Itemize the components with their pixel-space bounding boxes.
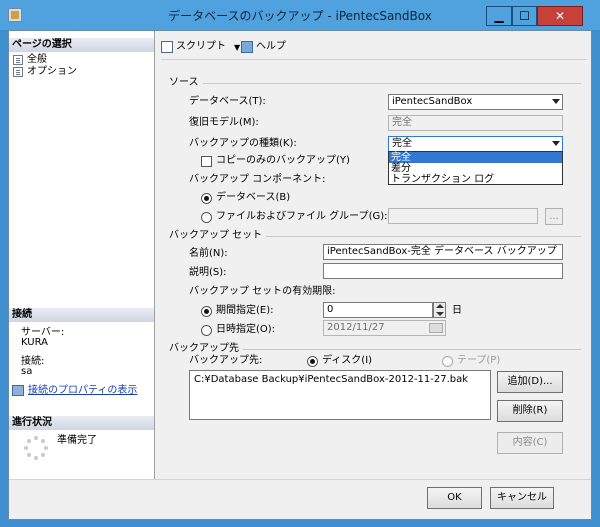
script-button[interactable]: スクリプト ▼	[161, 41, 240, 53]
expiration-label: バックアップ セットの有効期限:	[189, 286, 336, 297]
page-item-label: オプション	[27, 66, 77, 77]
backup-name-input[interactable]: iPentecSandBox-完全 データベース バックアップ	[323, 244, 563, 260]
title-bar[interactable]: データベースのバックアップ - iPentecSandBox ▁ ☐ ✕	[0, 0, 600, 30]
chevron-down-icon	[552, 141, 560, 146]
database-combo[interactable]: iPentecSandBox	[388, 94, 563, 110]
database-label: データベース(T):	[189, 96, 266, 107]
backup-type-combo[interactable]: 完全	[388, 136, 563, 152]
destination-list[interactable]: C:¥Database Backup¥iPentecSandBox-2012-1…	[189, 370, 491, 420]
expire-after-radio[interactable]: 期間指定(E):	[201, 305, 274, 317]
connection-properties-icon	[12, 385, 24, 396]
expire-days-spinner[interactable]	[433, 302, 446, 318]
page-icon	[13, 67, 23, 77]
view-connection-properties-link[interactable]: 接続のプロパティの表示	[28, 385, 137, 397]
expire-on-radio[interactable]: 日時指定(O):	[201, 324, 275, 336]
backup-description-label: 説明(S):	[189, 267, 227, 278]
list-item[interactable]: C:¥Database Backup¥iPentecSandBox-2012-1…	[194, 374, 486, 385]
calendar-icon	[429, 323, 443, 333]
dialog-window: データベースのバックアップ - iPentecSandBox ▁ ☐ ✕ ページ…	[0, 0, 600, 527]
page-item-label: 全般	[27, 54, 47, 65]
backup-type-option[interactable]: 差分	[389, 163, 562, 174]
select-page-header: ページの選択	[9, 38, 154, 52]
backup-description-input[interactable]	[323, 263, 563, 279]
cancel-button[interactable]: キャンセル	[490, 487, 554, 509]
help-icon	[241, 41, 253, 53]
radio-dot[interactable]	[201, 324, 212, 336]
expire-date-picker: 2012/11/27	[323, 320, 446, 336]
backup-type-label: バックアップの種類(K):	[189, 138, 297, 149]
radio-dot[interactable]	[201, 305, 212, 317]
file-groups-browse-button[interactable]: ...	[545, 208, 563, 225]
radio-dot[interactable]	[307, 355, 318, 367]
connection-value: sa	[21, 366, 33, 377]
minimize-button[interactable]: ▁	[486, 6, 512, 26]
destination-group-title: バックアップ先	[169, 343, 581, 355]
backup-type-dropdown[interactable]: 完全 差分 トランザクション ログ	[388, 151, 563, 185]
contents-button[interactable]: 内容(C)	[497, 432, 563, 454]
backup-type-option[interactable]: 完全	[389, 152, 562, 163]
source-group-title: ソース	[169, 77, 581, 89]
close-button[interactable]: ✕	[537, 6, 583, 26]
chevron-down-icon	[552, 99, 560, 104]
right-pane: スクリプト ▼ ヘルプ ソース データベース(T): iPentecSandBo…	[155, 31, 591, 479]
recovery-model-field: 完全	[388, 115, 563, 131]
left-pane: ページの選択 全般 オプション 接続 サーバー: KURA 接続: sa 接続の…	[9, 31, 155, 519]
spin-up-icon	[436, 304, 444, 308]
page-icon	[13, 55, 23, 65]
backup-component-label: バックアップ コンポーネント:	[189, 174, 326, 185]
script-icon	[161, 41, 173, 53]
backup-type-option[interactable]: トランザクション ログ	[389, 174, 562, 185]
radio-dot[interactable]	[201, 211, 212, 223]
toolbar-divider	[161, 59, 587, 60]
server-value: KURA	[21, 337, 48, 348]
backup-destination-label: バックアップ先:	[189, 355, 263, 366]
progress-status: 準備完了	[57, 435, 97, 446]
destination-disk-radio[interactable]: ディスク(I)	[307, 355, 372, 367]
progress-header: 進行状況	[9, 416, 154, 430]
add-destination-button[interactable]: 追加(D)...	[497, 371, 563, 393]
radio-dot[interactable]	[201, 192, 212, 204]
connection-header: 接続	[9, 308, 154, 322]
remove-destination-button[interactable]: 削除(R)	[497, 400, 563, 422]
progress-spinner-icon	[24, 436, 48, 460]
destination-tape-radio[interactable]: テープ(P)	[442, 355, 500, 367]
copy-only-checkbox[interactable]: コピーのみのバックアップ(Y)	[201, 155, 350, 167]
expire-days-input[interactable]: 0	[323, 302, 433, 318]
checkbox-box[interactable]	[201, 155, 212, 167]
component-database-radio[interactable]: データベース(B)	[201, 192, 290, 204]
file-groups-field	[388, 208, 538, 224]
page-item-general[interactable]: 全般	[13, 54, 47, 66]
chevron-down-icon[interactable]: ▼	[234, 43, 240, 52]
ok-button[interactable]: OK	[427, 487, 482, 509]
radio-dot[interactable]	[442, 355, 453, 367]
backup-set-group-title: バックアップ セット	[169, 230, 581, 242]
dialog-client: ページの選択 全般 オプション 接続 サーバー: KURA 接続: sa 接続の…	[8, 30, 592, 520]
spin-down-icon	[436, 312, 444, 316]
page-item-options[interactable]: オプション	[13, 66, 77, 78]
component-files-radio[interactable]: ファイルおよびファイル グループ(G):	[201, 211, 388, 223]
help-button[interactable]: ヘルプ	[241, 41, 286, 53]
recovery-model-label: 復旧モデル(M):	[189, 117, 259, 128]
expire-days-unit: 日	[452, 305, 462, 316]
maximize-button[interactable]: ☐	[512, 6, 537, 26]
dialog-footer: OK キャンセル	[9, 479, 591, 519]
backup-name-label: 名前(N):	[189, 248, 228, 259]
